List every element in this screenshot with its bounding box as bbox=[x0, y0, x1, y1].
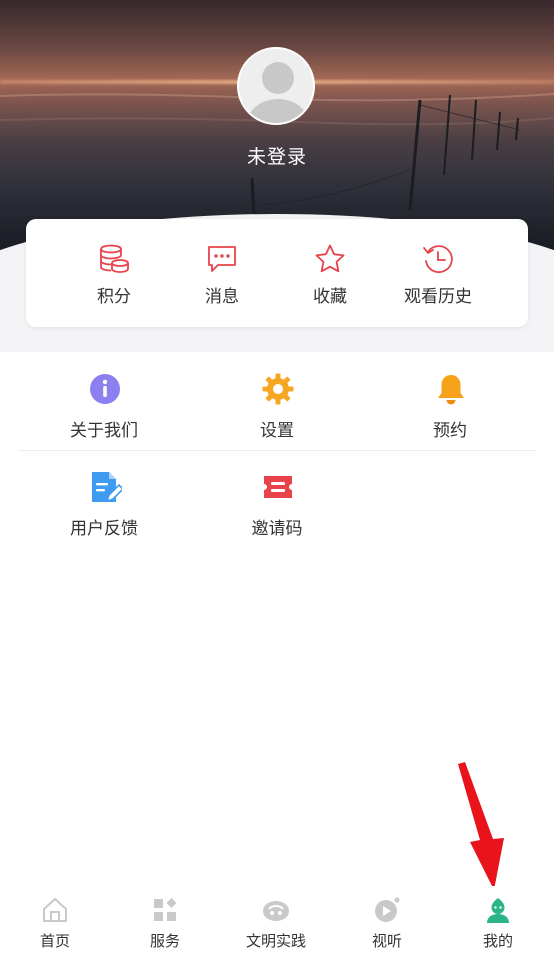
bottom-tab-bar: 首页 服务 文明实践 视听 我的 bbox=[0, 886, 554, 956]
quick-action-points[interactable]: 积分 bbox=[59, 219, 169, 327]
quick-action-messages[interactable]: 消息 bbox=[167, 219, 277, 327]
video-play-icon bbox=[375, 897, 400, 922]
tab-label: 文明实践 bbox=[245, 933, 306, 950]
bell-icon bbox=[438, 375, 464, 405]
tab-label: 视听 bbox=[371, 933, 402, 950]
avatar-body-shape bbox=[247, 99, 309, 123]
practice-icon bbox=[263, 901, 289, 921]
quick-action-label: 观看历史 bbox=[404, 287, 472, 306]
gear-icon bbox=[262, 373, 294, 405]
quick-action-favorites[interactable]: 收藏 bbox=[275, 219, 385, 327]
ticket-icon bbox=[264, 476, 292, 498]
menu-item-feedback[interactable]: 用户反馈 bbox=[18, 450, 190, 546]
menu-item-label: 预约 bbox=[433, 421, 467, 440]
avatar-head-shape bbox=[262, 62, 294, 94]
message-icon bbox=[208, 246, 236, 272]
tab-civilization-practice[interactable]: 文明实践 bbox=[221, 886, 331, 956]
menu-item-label: 关于我们 bbox=[70, 421, 138, 440]
services-grid-icon bbox=[154, 898, 177, 921]
tab-audiovisual[interactable]: 视听 bbox=[332, 886, 442, 956]
login-status-text[interactable]: 未登录 bbox=[0, 142, 554, 169]
tab-home[interactable]: 首页 bbox=[0, 886, 110, 956]
quick-action-history[interactable]: 观看历史 bbox=[383, 219, 493, 327]
quick-action-label: 消息 bbox=[205, 287, 239, 306]
menu-divider bbox=[18, 450, 536, 451]
avatar[interactable] bbox=[237, 47, 315, 125]
tab-label: 服务 bbox=[149, 933, 180, 950]
menu-item-label: 设置 bbox=[260, 421, 294, 440]
tab-mine[interactable]: 我的 bbox=[443, 886, 553, 956]
quick-action-label: 收藏 bbox=[313, 287, 347, 306]
quick-action-label: 积分 bbox=[97, 287, 131, 306]
user-icon bbox=[487, 898, 509, 923]
menu-item-invite-code[interactable]: 邀请码 bbox=[191, 450, 363, 546]
history-clock-icon bbox=[423, 245, 453, 273]
tab-label: 我的 bbox=[482, 933, 513, 950]
coins-stack-icon bbox=[100, 244, 129, 273]
tab-services[interactable]: 服务 bbox=[110, 886, 220, 956]
feedback-doc-icon bbox=[92, 472, 122, 503]
quick-actions-card: 积分 消息 收藏 观看历史 bbox=[26, 219, 528, 327]
red-arrow-annotation bbox=[458, 762, 504, 890]
menu-item-settings[interactable]: 设置 bbox=[191, 352, 363, 448]
menu-item-label: 邀请码 bbox=[251, 519, 303, 538]
menu-item-label: 用户反馈 bbox=[70, 519, 138, 538]
home-icon bbox=[43, 898, 67, 922]
menu-item-about-us[interactable]: 关于我们 bbox=[18, 352, 190, 448]
tab-label: 首页 bbox=[39, 933, 70, 950]
star-icon bbox=[315, 244, 345, 273]
info-icon bbox=[90, 374, 120, 404]
menu-item-reservation[interactable]: 预约 bbox=[364, 352, 536, 448]
